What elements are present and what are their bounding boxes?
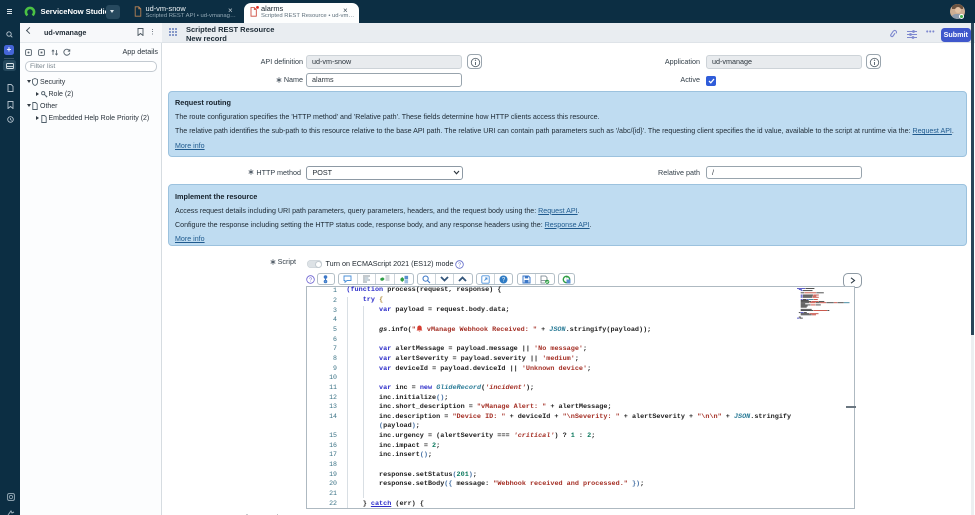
svg-text:?: ?: [309, 277, 312, 283]
svg-text:?: ?: [457, 262, 460, 268]
